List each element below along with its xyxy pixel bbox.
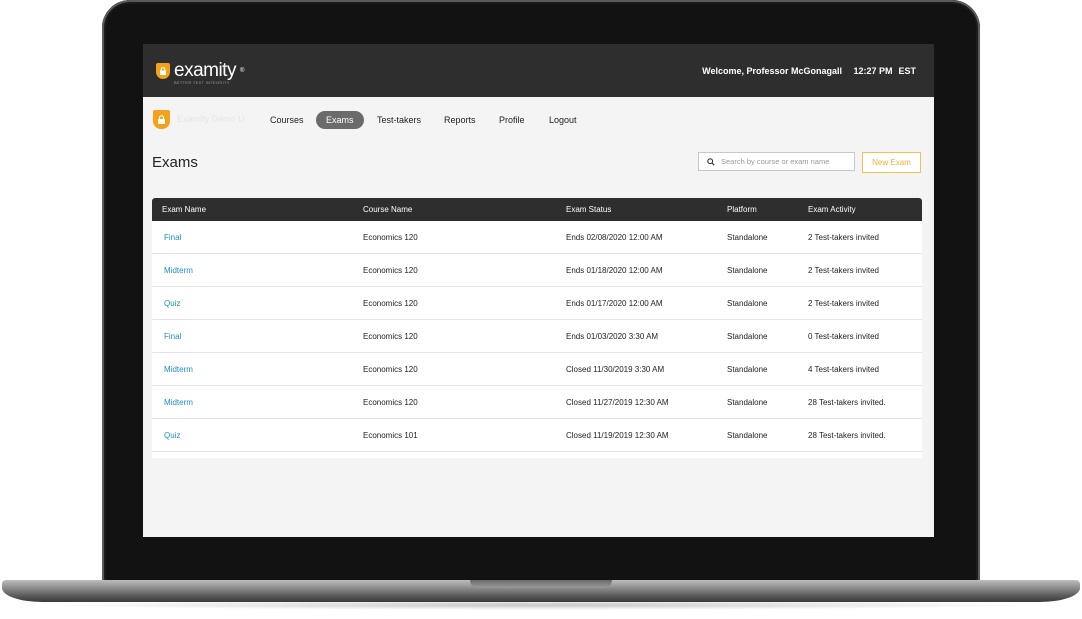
new-exam-button[interactable]: New Exam (862, 152, 921, 173)
exam-status: Closed 11/27/2019 12:30 AM (566, 398, 669, 407)
nav-exams[interactable]: Exams (316, 111, 364, 129)
table-row: Midterm Economics 120 Closed 11/30/2019 … (152, 353, 922, 386)
exam-status: Closed 11/19/2019 12:30 AM (566, 431, 669, 440)
search-input[interactable] (721, 157, 846, 166)
platform: Standalone (727, 365, 768, 374)
course-name: Economics 120 (363, 233, 418, 242)
exam-activity: 28 Test-takers invited. (808, 431, 886, 440)
exam-status: Ends 02/08/2020 12:00 AM (566, 233, 663, 242)
exam-status: Ends 01/03/2020 3:30 AM (566, 332, 659, 341)
course-name: Economics 101 (363, 431, 418, 440)
platform: Standalone (727, 332, 768, 341)
exam-name-link[interactable]: Quiz (164, 299, 180, 308)
course-name: Economics 120 (363, 398, 418, 407)
table-row: Final Economics 120 Ends 02/08/2020 12:0… (152, 221, 922, 254)
course-name: Economics 120 (363, 266, 418, 275)
table-row: Midterm Economics 120 Ends 01/18/2020 12… (152, 254, 922, 287)
top-header-bar: examity ® BETTER TEST INTEGRITY Welcome,… (143, 44, 934, 97)
logo-wordmark: examity (174, 60, 236, 81)
exam-activity: 2 Test-takers invited (808, 299, 879, 308)
platform: Standalone (727, 398, 768, 407)
institution-lock-icon (153, 110, 170, 129)
main-content: Examity Demo U Courses Exams Test-takers… (143, 97, 934, 537)
column-header-exam-activity[interactable]: Exam Activity (808, 205, 856, 214)
laptop-screen: examity ® BETTER TEST INTEGRITY Welcome,… (143, 44, 934, 537)
exam-status: Ends 01/17/2020 12:00 AM (566, 299, 663, 308)
table-row: Quiz Economics 120 Ends 01/17/2020 12:00… (152, 287, 922, 320)
table-row: Final Economics 120 Ends 01/03/2020 3:30… (152, 320, 922, 353)
search-icon (707, 157, 715, 166)
examity-logo[interactable]: examity ® BETTER TEST INTEGRITY (156, 60, 245, 85)
course-name: Economics 120 (363, 365, 418, 374)
exam-activity: 2 Test-takers invited (808, 233, 879, 242)
exam-activity: 0 Test-takers invited (808, 332, 879, 341)
exam-status: Closed 11/30/2019 3:30 AM (566, 365, 665, 374)
platform: Standalone (727, 299, 768, 308)
nav-courses[interactable]: Courses (260, 111, 314, 129)
platform: Standalone (727, 431, 768, 440)
page-title: Exams (152, 154, 198, 171)
exam-activity: 28 Test-takers invited. (808, 398, 886, 407)
lock-shield-icon (156, 63, 170, 79)
table-row: Midterm Economics 120 Closed 11/27/2019 … (152, 386, 922, 419)
navigation-bar: Examity Demo U Courses Exams Test-takers… (143, 97, 934, 139)
exam-name-link[interactable]: Midterm (164, 398, 193, 407)
welcome-message: Welcome, Professor McGonagall (702, 66, 842, 76)
column-header-platform[interactable]: Platform (727, 205, 757, 214)
column-header-course-name[interactable]: Course Name (363, 205, 412, 214)
nav-logout[interactable]: Logout (539, 111, 587, 129)
exam-name-link[interactable]: Final (164, 332, 181, 341)
header-clock: 12:27 PM EST (853, 66, 916, 76)
logo-trademark: ® (239, 68, 245, 74)
column-header-exam-name[interactable]: Exam Name (162, 205, 206, 214)
search-box[interactable] (698, 152, 855, 171)
exams-table: Exam Name Course Name Exam Status Platfo… (152, 198, 922, 458)
logo-tagline: BETTER TEST INTEGRITY (174, 80, 230, 85)
current-time: 12:27 PM (853, 66, 893, 76)
course-name: Economics 120 (363, 332, 418, 341)
course-name: Economics 120 (363, 299, 418, 308)
exam-name-link[interactable]: Final (164, 233, 181, 242)
exam-activity: 4 Test-takers invited (808, 365, 879, 374)
exam-status: Ends 01/18/2020 12:00 AM (566, 266, 663, 275)
table-header: Exam Name Course Name Exam Status Platfo… (152, 198, 922, 221)
nav-test-takers[interactable]: Test-takers (367, 111, 431, 129)
platform: Standalone (727, 233, 768, 242)
exam-name-link[interactable]: Quiz (164, 431, 180, 440)
column-header-exam-status[interactable]: Exam Status (566, 205, 611, 214)
timezone: EST (898, 66, 916, 76)
exam-name-link[interactable]: Midterm (164, 365, 193, 374)
exam-activity: 2 Test-takers invited (808, 266, 879, 275)
laptop-notch (470, 580, 612, 588)
exam-name-link[interactable]: Midterm (164, 266, 193, 275)
platform: Standalone (727, 266, 768, 275)
institution-name: Examity Demo U (177, 114, 245, 124)
nav-profile[interactable]: Profile (489, 111, 535, 129)
table-row: Quiz Economics 101 Closed 11/19/2019 12:… (152, 419, 922, 452)
nav-reports[interactable]: Reports (434, 111, 486, 129)
